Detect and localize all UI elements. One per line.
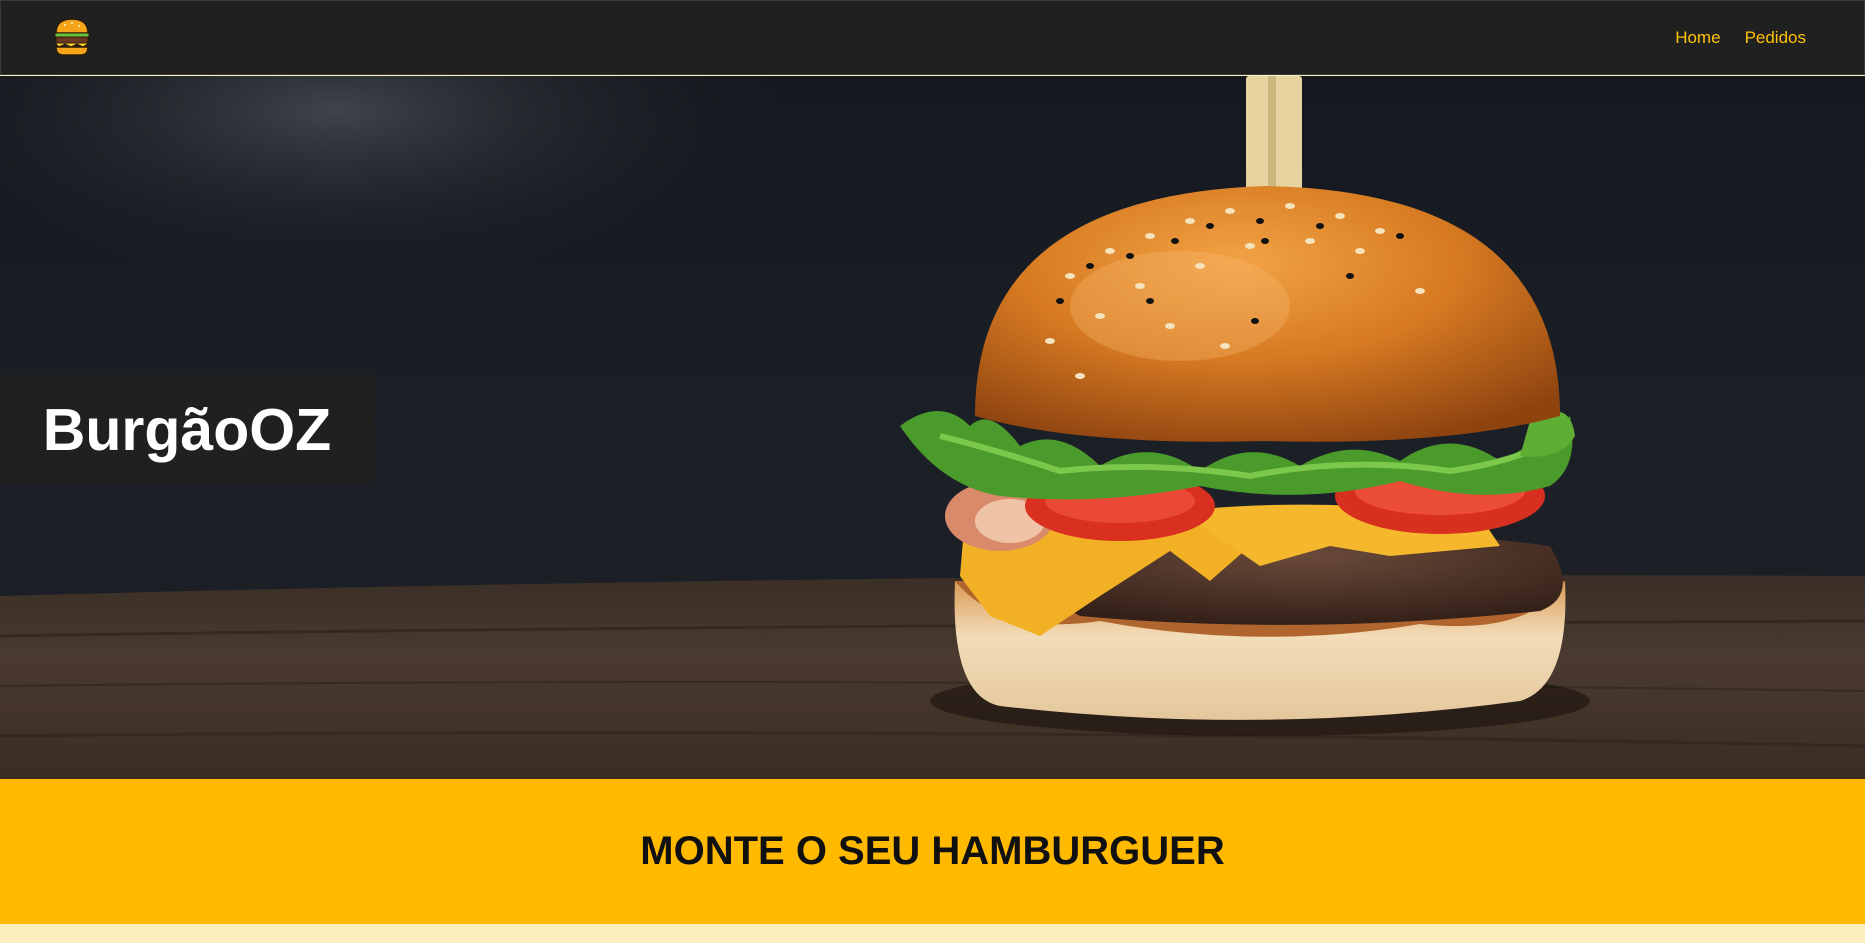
banner-title: MONTE O SEU HAMBURGUER: [640, 829, 1225, 873]
burger-icon[interactable]: [53, 17, 91, 57]
brand-title: BurgãoOZ: [42, 397, 332, 463]
form-section-top: [0, 924, 1865, 943]
nav-links: Home Pedidos: [1675, 28, 1806, 48]
hero-section: BurgãoOZ: [0, 76, 1865, 779]
build-burger-banner: MONTE O SEU HAMBURGUER: [0, 779, 1865, 924]
brand-title-box: BurgãoOZ: [0, 375, 374, 485]
nav-link-pedidos[interactable]: Pedidos: [1745, 28, 1806, 48]
nav-link-home[interactable]: Home: [1675, 28, 1720, 48]
navbar: Home Pedidos: [0, 0, 1865, 75]
page: Home Pedidos BurgãoOZ MONTE O SEU HAMBUR…: [0, 0, 1865, 943]
